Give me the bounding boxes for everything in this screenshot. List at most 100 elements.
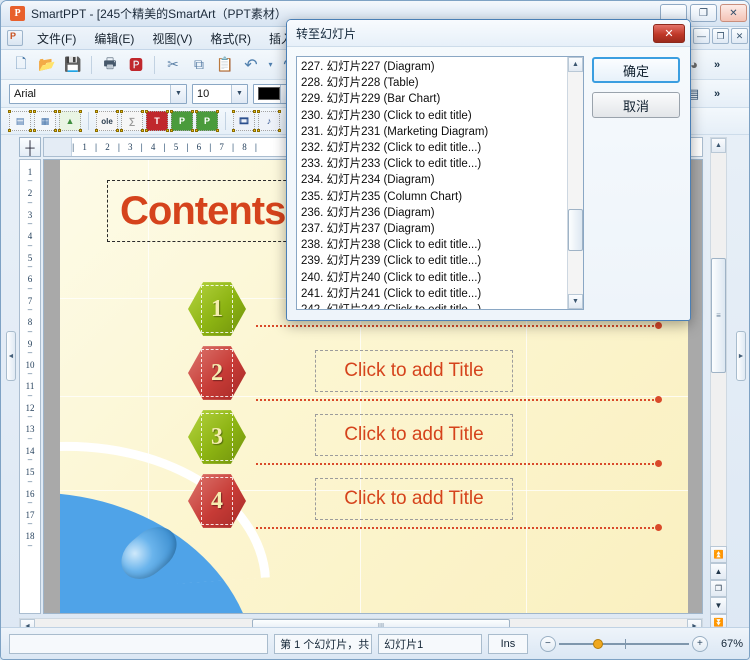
ruler-lead bbox=[44, 138, 72, 156]
zoom-handle[interactable] bbox=[592, 638, 603, 649]
listbox-scrollbar-thumb[interactable] bbox=[568, 209, 583, 251]
insert-ole-object-icon[interactable]: ole bbox=[95, 110, 119, 132]
menu-item-format[interactable]: 格式(R) bbox=[201, 27, 260, 50]
slide-list-item[interactable]: 236. 幻灯片236 (Diagram) bbox=[299, 205, 583, 221]
cancel-button[interactable]: 取消 bbox=[592, 92, 680, 118]
open-folder-icon[interactable]: 📂 bbox=[35, 53, 59, 77]
menu-item-edit[interactable]: 编辑(E) bbox=[85, 27, 143, 50]
ruler-mark: 7 bbox=[219, 142, 224, 152]
chevron-down-icon[interactable]: ▼ bbox=[231, 84, 247, 103]
insert-paint-icon[interactable]: P bbox=[195, 110, 219, 132]
hexagon-badge-3[interactable]: 3 bbox=[188, 409, 252, 467]
insert-mode-field[interactable]: Ins bbox=[487, 633, 528, 654]
menu-item-file[interactable]: 文件(F) bbox=[28, 27, 85, 50]
zoom-out-button[interactable]: − bbox=[539, 635, 556, 652]
zoom-midpoint-tick bbox=[624, 638, 626, 649]
insert-text-art-icon[interactable]: T bbox=[145, 110, 169, 132]
new-document-icon[interactable]: 🗋 bbox=[9, 53, 33, 77]
slide-list-item[interactable]: 239. 幻灯片239 (Click to edit title...) bbox=[299, 253, 583, 269]
zoom-track[interactable] bbox=[558, 638, 689, 649]
mdi-minimize-button[interactable]: — bbox=[693, 28, 710, 44]
zoom-slider[interactable]: − + bbox=[539, 635, 708, 652]
insert-presentation-icon[interactable]: P bbox=[170, 110, 194, 132]
slide-list-item[interactable]: 227. 幻灯片227 (Diagram) bbox=[299, 59, 583, 75]
insert-video-icon[interactable]: 🎞 bbox=[232, 110, 256, 132]
dialog-title-bar: 转至幻灯片 bbox=[287, 20, 690, 47]
listbox-scrollbar[interactable]: ▲ ▼ bbox=[567, 57, 583, 309]
ruler-tick: | bbox=[254, 142, 258, 152]
slide-list-item[interactable]: 233. 幻灯片233 (Click to edit title...) bbox=[299, 156, 583, 172]
slide-list-item[interactable]: 228. 幻灯片228 (Table) bbox=[299, 75, 583, 91]
font-name-combo[interactable]: Arial ▼ bbox=[9, 83, 187, 104]
slide-list-item[interactable]: 230. 幻灯片230 (Click to edit title) bbox=[299, 108, 583, 124]
add-title-placeholder-3[interactable]: Click to add Title bbox=[315, 414, 513, 456]
ruler-corner[interactable]: ┼ bbox=[19, 137, 41, 157]
zoom-in-button[interactable]: + bbox=[691, 635, 708, 652]
restore-button[interactable]: ❐ bbox=[690, 4, 717, 22]
insert-textbox-icon[interactable]: ▤ bbox=[8, 110, 32, 132]
menu-item-view[interactable]: 视图(V) bbox=[143, 27, 201, 50]
listbox-scroll-down-button[interactable]: ▼ bbox=[568, 294, 583, 309]
dialog-close-button[interactable]: ✕ bbox=[653, 24, 685, 43]
slide-list-item-4[interactable]: 4 Click to add Title bbox=[60, 470, 688, 534]
next-slide-button[interactable]: ▼ bbox=[710, 597, 727, 614]
status-message-field bbox=[9, 633, 269, 654]
insert-audio-icon[interactable]: ♪ bbox=[257, 110, 281, 132]
add-title-placeholder-2[interactable]: Click to add Title bbox=[315, 350, 513, 392]
ruler-tick: – bbox=[27, 390, 33, 400]
slide-list-item[interactable]: 229. 幻灯片229 (Bar Chart) bbox=[299, 91, 583, 107]
save-icon[interactable]: 💾 bbox=[61, 53, 85, 77]
copy-icon[interactable]: ⧉ bbox=[187, 53, 211, 77]
close-button[interactable]: ✕ bbox=[720, 4, 747, 22]
hexagon-number: 3 bbox=[211, 423, 223, 450]
undo-icon[interactable]: ↶ bbox=[239, 53, 263, 77]
insert-table-icon[interactable]: ▦ bbox=[33, 110, 57, 132]
slide-list-item[interactable]: 234. 幻灯片234 (Diagram) bbox=[299, 172, 583, 188]
mdi-restore-button[interactable]: ❐ bbox=[712, 28, 729, 44]
chevron-down-icon[interactable]: ▼ bbox=[170, 84, 186, 103]
left-pane-toggle[interactable]: ◄ bbox=[6, 331, 16, 381]
hexagon-badge-1[interactable]: 1 bbox=[188, 281, 252, 339]
slide-listbox[interactable]: 227. 幻灯片227 (Diagram) 228. 幻灯片228 (Table)… bbox=[296, 56, 584, 310]
slide-list-item[interactable]: 231. 幻灯片231 (Marketing Diagram) bbox=[299, 124, 583, 140]
slide-list-item[interactable]: 240. 幻灯片240 (Click to edit title...) bbox=[299, 270, 583, 286]
print-icon[interactable]: 🖶 bbox=[98, 53, 122, 77]
ruler-mark: 3 bbox=[128, 142, 133, 152]
first-slide-button[interactable]: ⏫ bbox=[710, 546, 727, 563]
toolbar-overflow-icon[interactable]: » bbox=[705, 82, 729, 106]
listbox-scroll-up-button[interactable]: ▲ bbox=[568, 57, 583, 72]
add-title-placeholder-4[interactable]: Click to add Title bbox=[315, 478, 513, 520]
ruler-mark: 8 bbox=[242, 142, 247, 152]
undo-dropdown-icon[interactable]: ▾ bbox=[265, 53, 276, 77]
export-pdf-icon[interactable]: 🅿 bbox=[124, 53, 148, 77]
cut-icon[interactable]: ✂ bbox=[161, 53, 185, 77]
paste-icon[interactable]: 📋 bbox=[213, 53, 237, 77]
application-window: P SmartPPT - [245个精美的SmartArt（PPT素材） ❐ ✕… bbox=[0, 0, 750, 660]
slide-list-item[interactable]: 232. 幻灯片232 (Click to edit title...) bbox=[299, 140, 583, 156]
insert-formula-icon[interactable]: ∑ bbox=[120, 110, 144, 132]
dotted-connector bbox=[256, 399, 658, 401]
previous-slide-button[interactable]: ▲ bbox=[710, 563, 727, 580]
right-pane-toggle[interactable]: ► bbox=[736, 331, 746, 381]
slide-list-item[interactable]: 241. 幻灯片241 (Click to edit title...) bbox=[299, 286, 583, 302]
vertical-scrollbar-thumb[interactable]: ≡ bbox=[711, 258, 726, 373]
scroll-up-button[interactable]: ▲ bbox=[711, 138, 726, 153]
insert-picture-icon[interactable]: ▲ bbox=[58, 110, 82, 132]
slide-list-item-2[interactable]: 2 Click to add Title bbox=[60, 342, 688, 406]
slide-list-item[interactable]: 242. 幻灯片242 (Click to edit title...) bbox=[299, 302, 583, 309]
hexagon-badge-2[interactable]: 2 bbox=[188, 345, 252, 403]
vertical-scrollbar[interactable]: ▲ ≡ ▼ bbox=[710, 137, 727, 607]
mdi-close-button[interactable]: ✕ bbox=[731, 28, 748, 44]
ok-button[interactable]: 确定 bbox=[592, 57, 680, 83]
ruler-tick: – bbox=[27, 197, 33, 207]
hexagon-number: 2 bbox=[211, 359, 223, 386]
slide-sorter-button[interactable]: ❐ bbox=[710, 580, 727, 597]
slide-list-item[interactable]: 237. 幻灯片237 (Diagram) bbox=[299, 221, 583, 237]
slide-list-item[interactable]: 238. 幻灯片238 (Click to edit title...) bbox=[299, 237, 583, 253]
slide-list-item-3[interactable]: 3 Click to add Title bbox=[60, 406, 688, 470]
font-size-combo[interactable]: 10 ▼ bbox=[192, 83, 248, 104]
slide-list-item[interactable]: 235. 幻灯片235 (Column Chart) bbox=[299, 189, 583, 205]
vertical-ruler[interactable]: 1–2–3–4–5–6–7–8–9–10–11–12–13–14–15–16–1… bbox=[19, 159, 41, 614]
hexagon-badge-4[interactable]: 4 bbox=[188, 473, 252, 531]
toolbar-overflow-icon[interactable]: » bbox=[705, 53, 729, 77]
